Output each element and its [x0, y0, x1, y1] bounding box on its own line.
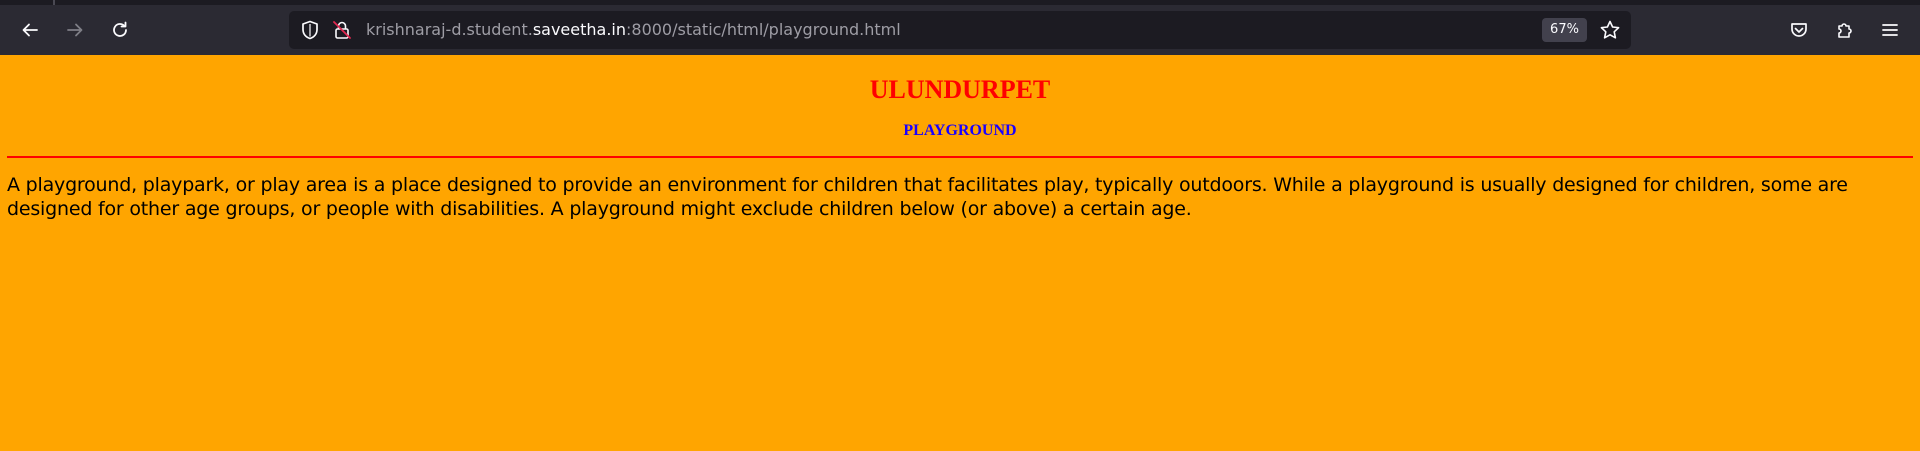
pocket-icon [1791, 23, 1807, 37]
back-button[interactable] [12, 12, 48, 48]
url-suffix: :8000/static/html/playground.html [626, 20, 901, 39]
url-domain: saveetha.in [532, 20, 626, 39]
page-subtitle: PLAYGROUND [903, 122, 1017, 139]
horizontal-divider [7, 156, 1913, 158]
star-icon[interactable] [1599, 19, 1621, 41]
puzzle-icon [1838, 23, 1852, 38]
url-text[interactable]: krishnaraj-d.student.saveetha.in:8000/st… [366, 20, 901, 40]
reload-icon [113, 21, 127, 37]
page-title: ULUNDURPET [869, 75, 1051, 104]
hamburger-menu-icon [1882, 24, 1898, 36]
address-bar[interactable]: krishnaraj-d.student.saveetha.in:8000/st… [289, 11, 1631, 49]
tab-strip [0, 0, 1920, 5]
arrow-left-icon [22, 23, 38, 37]
pocket-button[interactable] [1781, 12, 1817, 48]
lock-slash-icon[interactable] [331, 19, 353, 41]
shield-icon[interactable] [299, 19, 321, 41]
menu-button[interactable] [1872, 12, 1908, 48]
reload-button[interactable] [102, 12, 138, 48]
url-prefix: krishnaraj-d.student. [366, 20, 533, 39]
arrow-right-icon [67, 23, 83, 37]
page-content: ULUNDURPET PLAYGROUND A playground, play… [0, 55, 1920, 451]
tab-indicator [53, 0, 55, 5]
zoom-indicator[interactable]: 67% [1542, 18, 1587, 42]
browser-toolbar: krishnaraj-d.student.saveetha.in:8000/st… [0, 0, 1920, 55]
extensions-button[interactable] [1827, 12, 1863, 48]
description-paragraph: A playground, playpark, or play area is … [7, 174, 1848, 220]
forward-button[interactable] [57, 12, 93, 48]
